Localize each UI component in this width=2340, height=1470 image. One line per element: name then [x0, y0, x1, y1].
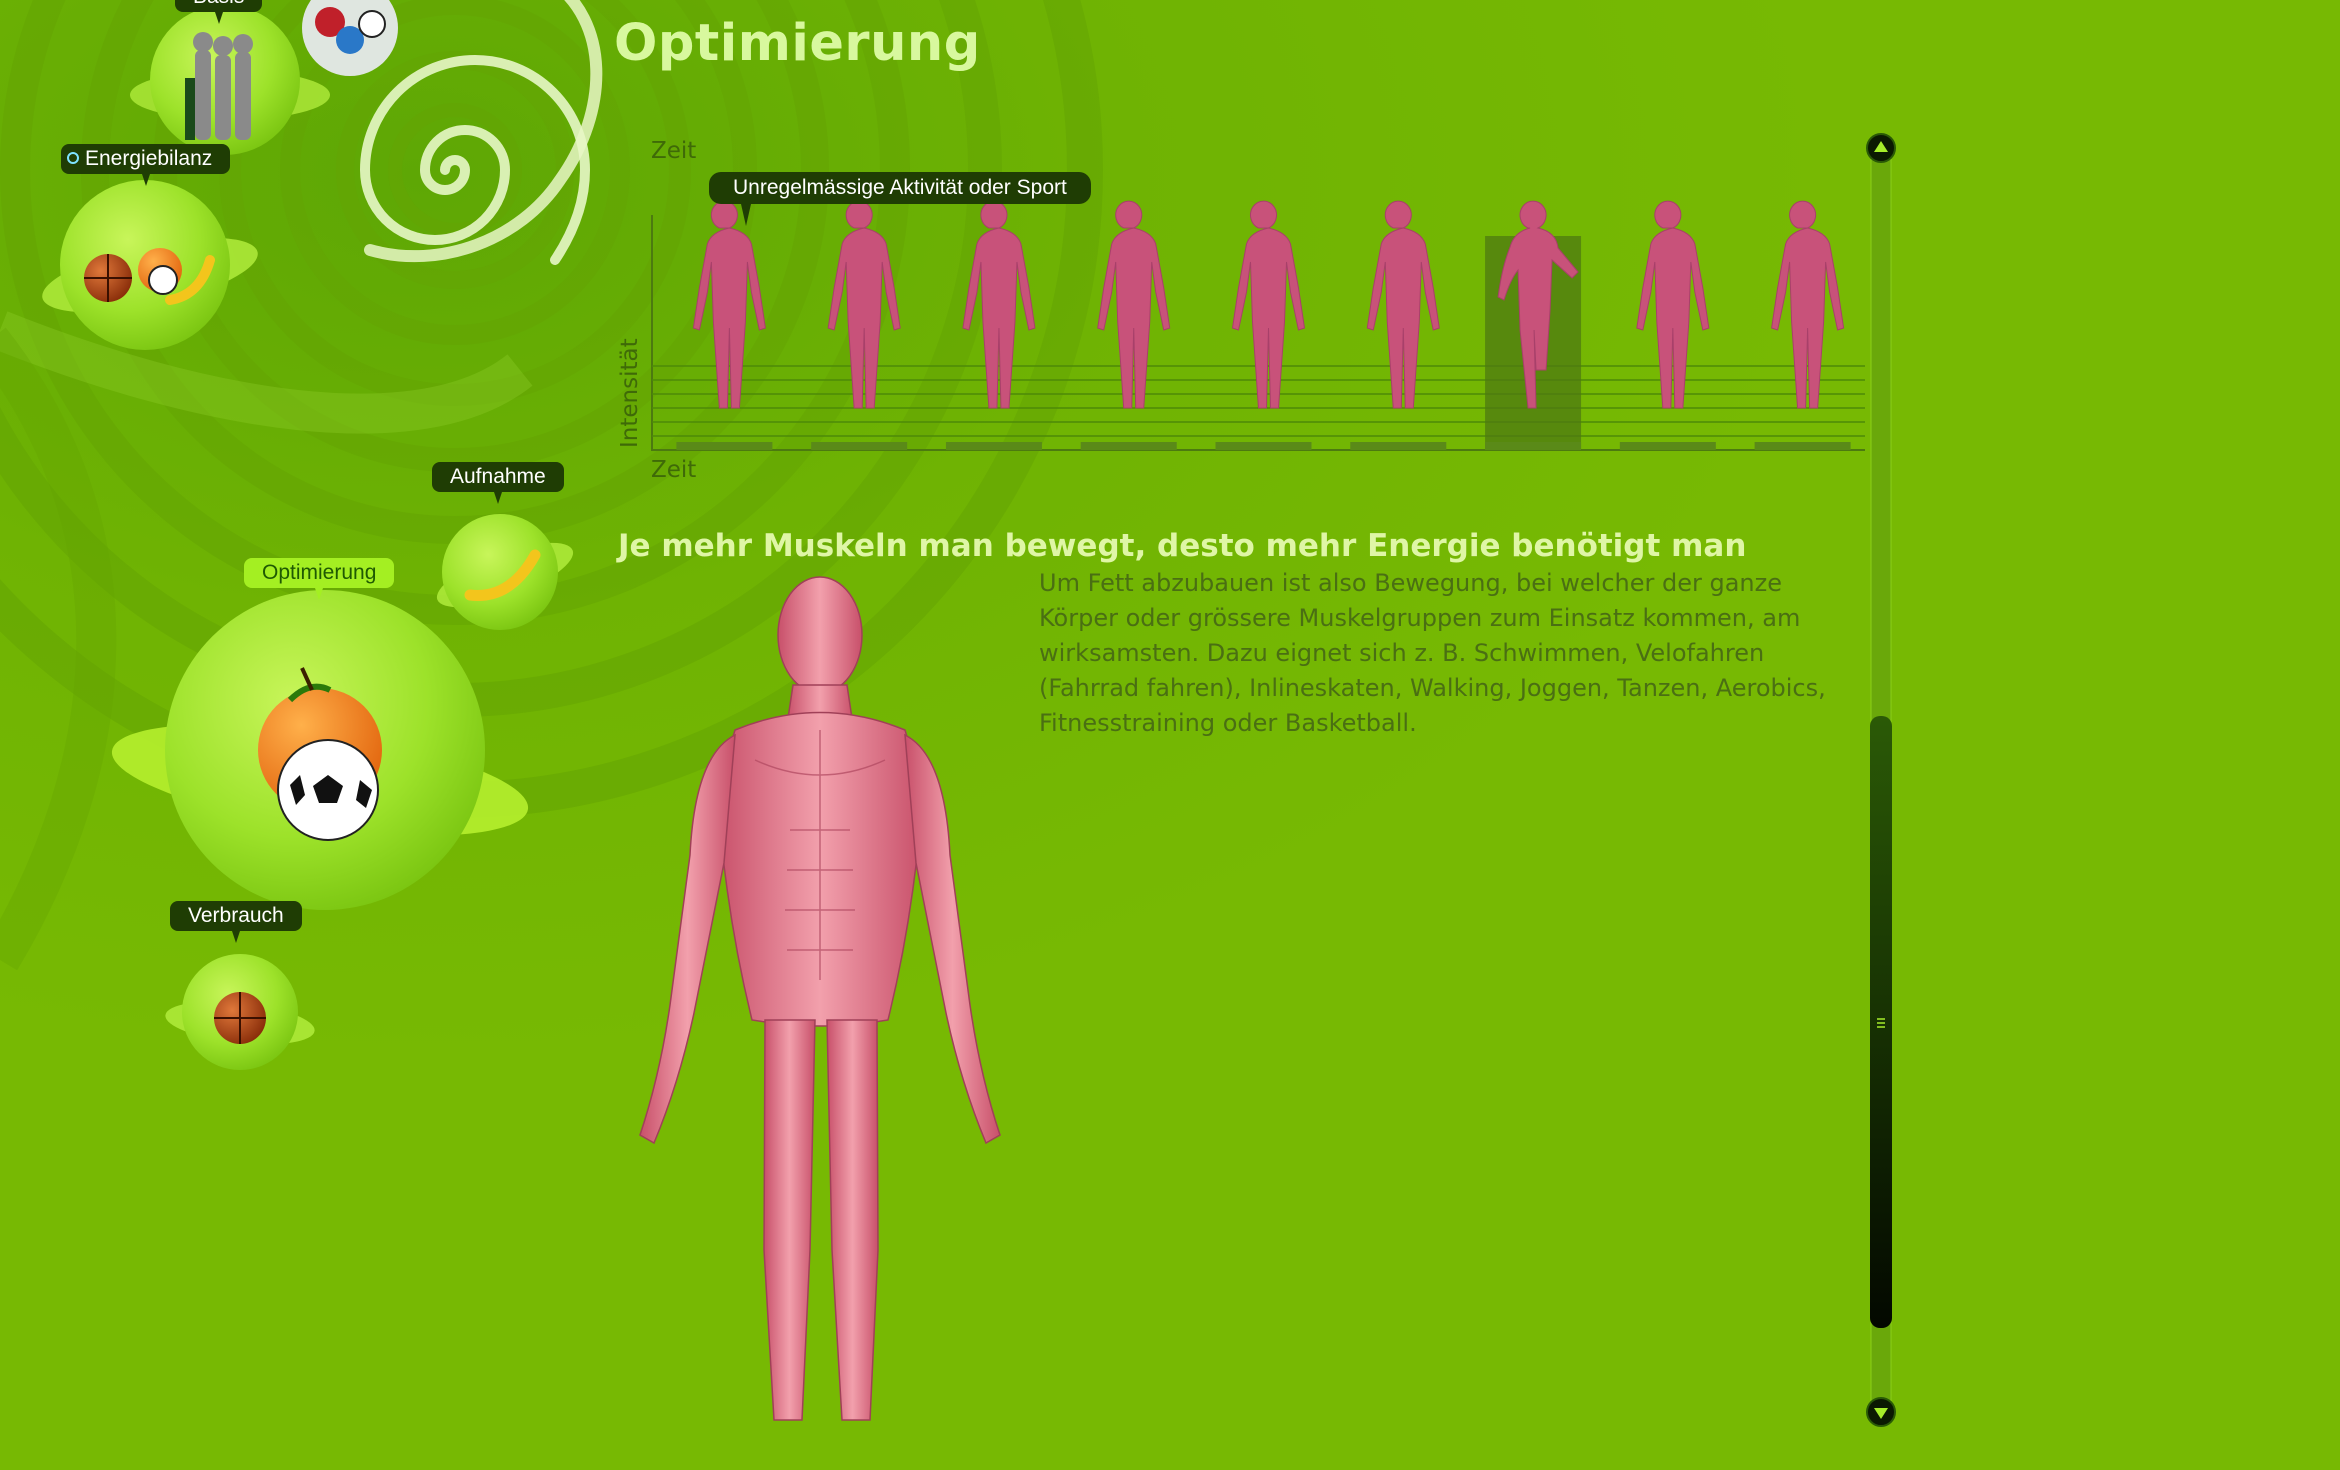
activity-chart: [651, 200, 1865, 451]
intensity-bar: [1080, 442, 1177, 450]
vertical-scrollbar[interactable]: [1866, 132, 1896, 1428]
person-figure: [1350, 200, 1447, 450]
intensity-bar: [676, 442, 773, 450]
person-figure: [1080, 200, 1177, 450]
intensity-bar: [1619, 442, 1716, 450]
nav-item-basis[interactable]: Basis: [175, 0, 263, 24]
person-silhouette: [1097, 200, 1171, 409]
intensity-bar: [1754, 442, 1851, 450]
intensity-bar: [1215, 442, 1312, 450]
bullet-icon: [67, 152, 79, 164]
person-silhouette: [962, 200, 1036, 409]
person-silhouette: [827, 200, 901, 409]
person-figure: [1619, 200, 1716, 450]
person-silhouette: [1366, 200, 1440, 409]
nav-item-optimierung[interactable]: Optimierung: [244, 558, 395, 600]
basketball-icon[interactable]: [163, 954, 316, 1070]
scroll-up-button[interactable]: [1866, 133, 1896, 163]
scroll-down-button[interactable]: [1866, 1397, 1896, 1427]
person-silhouette: [1231, 200, 1306, 409]
chart-x-axis-label: Zeit: [651, 457, 697, 483]
page-title: Optimierung: [614, 14, 981, 73]
person-silhouette: [1771, 200, 1845, 409]
muscle-anatomy-illustration: [639, 576, 1001, 1421]
person-figure: [676, 200, 773, 450]
nav-item-aufnahme[interactable]: Aufnahme: [432, 462, 564, 504]
activity-bubble: Unregelmässige Aktivität oder Sport: [709, 172, 1091, 226]
body-text: Um Fett abzubauen ist also Bewegung, bei…: [1039, 569, 1826, 737]
chart-figures: [676, 200, 1851, 450]
people-globe-icon[interactable]: [130, 0, 398, 155]
section-heading: Je mehr Muskeln man bewegt, desto mehr E…: [618, 528, 1747, 564]
basketball-orange-banana-icon[interactable]: [36, 180, 264, 350]
intensity-bar: [1485, 442, 1582, 450]
intensity-bar: [945, 442, 1042, 450]
nav-item-verbrauch[interactable]: Verbrauch: [170, 901, 302, 943]
chart-top-label: Zeit: [651, 138, 697, 164]
banana-icon[interactable]: [430, 514, 580, 630]
person-silhouette: [1636, 200, 1710, 409]
person-figure: [1215, 200, 1312, 450]
person-silhouette: [692, 200, 766, 409]
scroll-thumb[interactable]: [1870, 716, 1892, 1328]
person-figure: [1485, 200, 1582, 450]
person-figure: [945, 200, 1042, 450]
orange-soccer-ball-icon[interactable]: [105, 590, 534, 910]
person-figure: [811, 200, 908, 450]
intensity-bar: [811, 442, 908, 450]
app-stage: Basis Energiebilanz Aufnahme Optimierung…: [0, 0, 2340, 1470]
nav-item-energiebilanz[interactable]: Energiebilanz: [61, 144, 231, 186]
intensity-bar: [1350, 442, 1447, 450]
person-figure: [1754, 200, 1851, 450]
